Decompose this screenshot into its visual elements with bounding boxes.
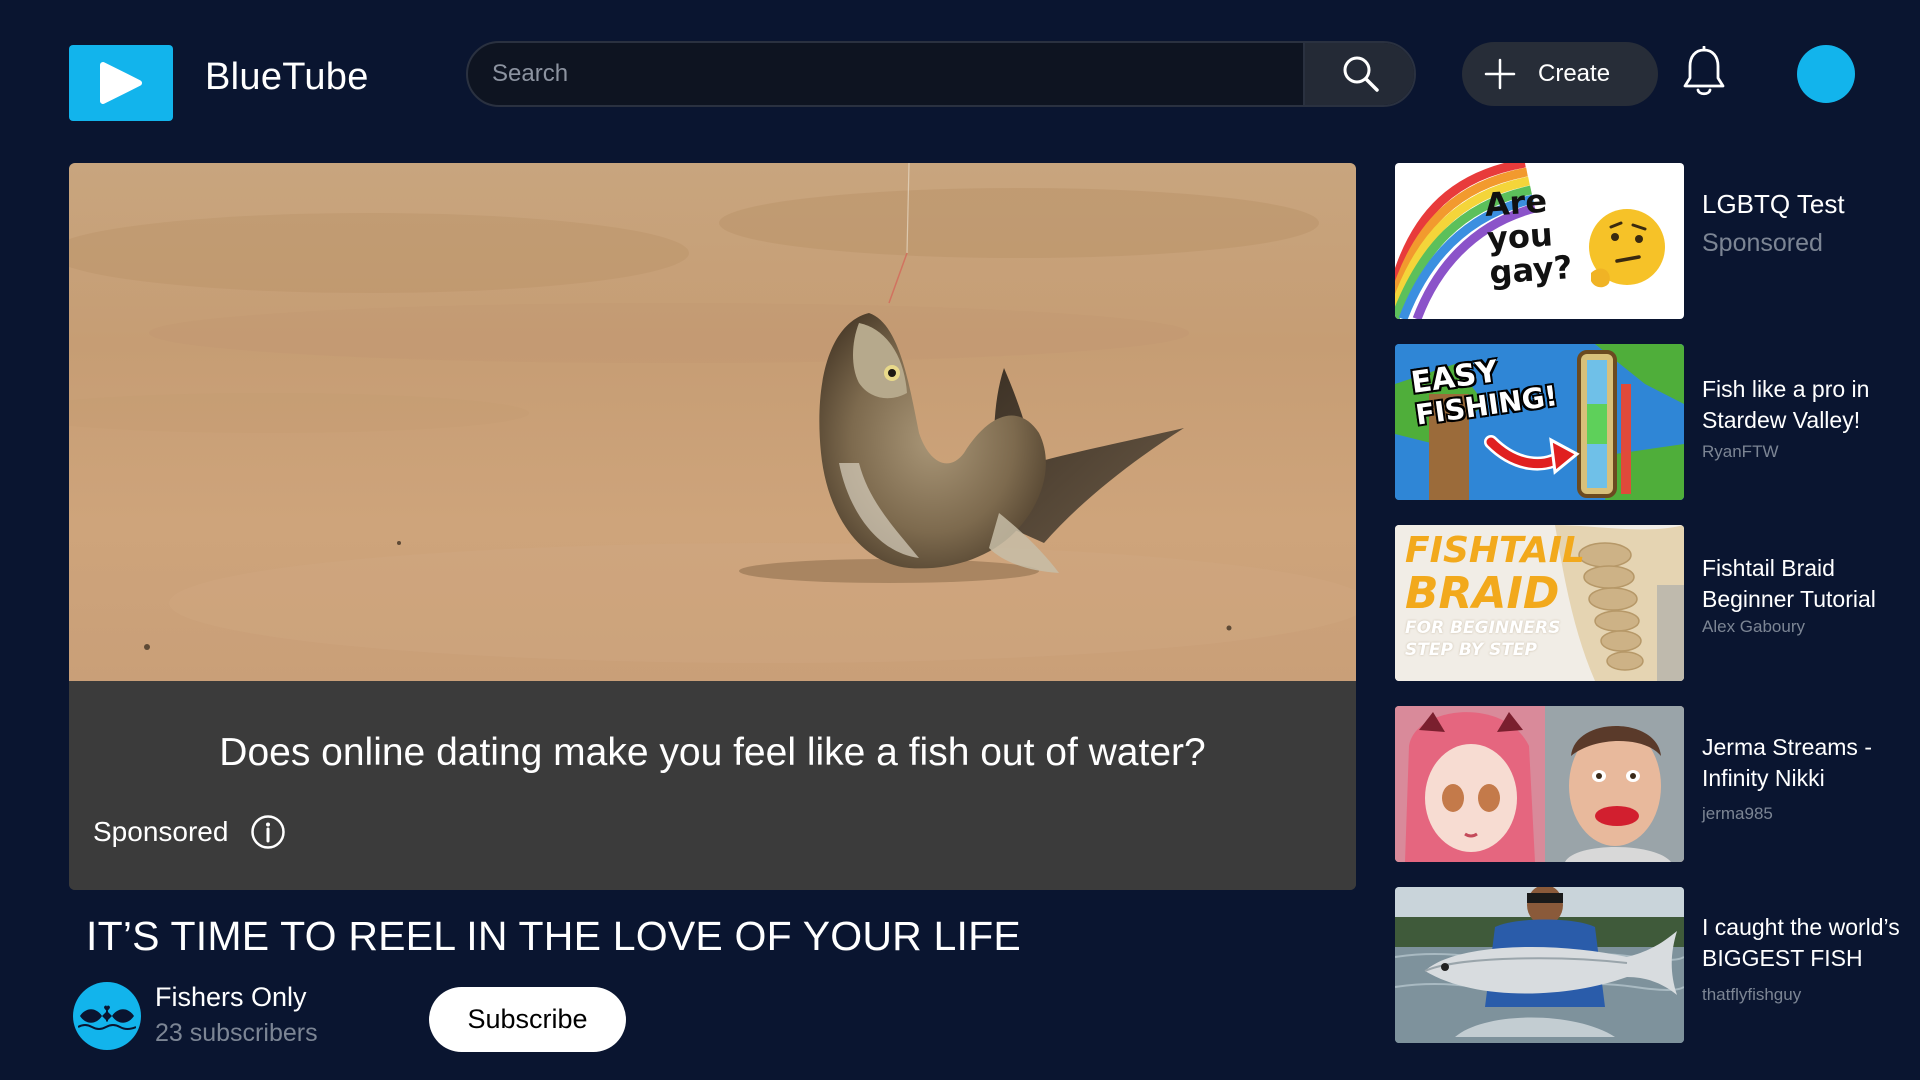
subscribe-button[interactable]: Subscribe [429,987,626,1052]
recommendation-title[interactable]: LGBTQ Test [1702,189,1912,220]
plus-icon [1482,56,1518,92]
jerma-thumbnail-art [1395,706,1684,862]
search-button[interactable] [1303,43,1414,105]
big-fish-thumbnail-art [1395,887,1684,1043]
fish-on-sand-image [69,163,1356,663]
sponsored-label: Sponsored [93,816,229,847]
channel-name[interactable]: Fishers Only [155,982,307,1013]
thumbnail-text: Are [1483,181,1549,224]
recommendation-thumbnail[interactable] [1395,706,1684,862]
search-input[interactable] [468,43,1303,105]
recommendation-meta: Alex Gaboury [1702,617,1805,636]
recommendation-item[interactable]: FISHTAIL BRAID FOR BEGINNERS STEP BY STE… [1395,525,1905,681]
recommendation-item[interactable]: Are you gay? LGBTQ Test Sponsored [1395,163,1905,319]
recommendation-thumbnail[interactable]: Are you gay? [1395,163,1684,319]
recommendation-meta: jerma985 [1702,804,1773,823]
play-icon [100,62,142,104]
user-avatar[interactable] [1797,45,1855,103]
recommendation-meta: RyanFTW [1702,442,1779,461]
recommendation-title[interactable]: Fish like a pro in Stardew Valley! [1702,374,1912,436]
recommendation-thumbnail[interactable] [1395,887,1684,1043]
recommendation-meta: Sponsored [1702,229,1823,257]
recommendation-item[interactable]: Jerma Streams - Infinity Nikki jerma985 [1395,706,1905,862]
channel-avatar[interactable] [73,982,141,1050]
recommendation-item[interactable]: EASY FISHING! Fish like a pro in Stardew… [1395,344,1905,500]
recommendation-title[interactable]: Fishtail Braid Beginner Tutorial [1702,553,1912,615]
ad-overlay-panel: Does online dating make you feel like a … [69,681,1356,890]
thumbnail-text: FOR BEGINNERS [1405,618,1561,638]
search-bar [466,41,1416,107]
thumbnail-text: FISHTAIL [1405,530,1585,571]
video-frame[interactable] [69,163,1356,681]
recommendation-title[interactable]: Jerma Streams - Infinity Nikki [1702,732,1912,794]
notifications-bell-icon[interactable] [1682,45,1726,100]
video-player[interactable]: Does online dating make you feel like a … [69,163,1356,890]
app-name: BlueTube [205,56,369,98]
ad-caption: Does online dating make you feel like a … [219,731,1206,774]
recommendation-title[interactable]: I caught the world’s BIGGEST FISH [1702,912,1912,974]
create-button[interactable]: Create [1462,42,1658,106]
info-icon[interactable] [250,814,286,850]
create-label: Create [1538,60,1611,87]
thumbnail-text: STEP BY STEP [1405,640,1537,660]
recommendation-meta: thatflyfishguy [1702,985,1802,1004]
recommendation-thumbnail[interactable]: FISHTAIL BRAID FOR BEGINNERS STEP BY STE… [1395,525,1684,681]
fish-logo-icon [78,1005,136,1030]
recommendation-item[interactable]: I caught the world’s BIGGEST FISH thatfl… [1395,887,1905,1043]
recommendation-thumbnail[interactable]: EASY FISHING! [1395,344,1684,500]
sponsored-row: Sponsored [93,814,286,850]
thumbnail-text: BRAID [1405,568,1560,619]
search-icon [1343,56,1379,92]
thumbnail-text: gay? [1488,248,1574,292]
channel-subscriber-count: 23 subscribers [155,1019,318,1047]
video-title: IT’S TIME TO REEL IN THE LOVE OF YOUR LI… [86,913,1021,959]
bluetube-logo[interactable] [69,45,173,121]
